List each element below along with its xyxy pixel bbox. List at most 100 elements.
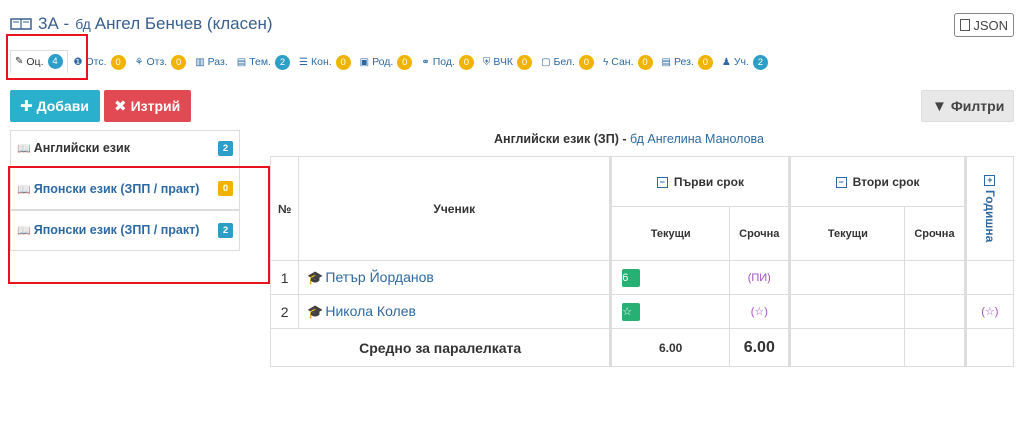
subject-item[interactable]: 📖 Японски език (ЗПП / практ) 0 — [10, 167, 240, 210]
list-icon: ☰ — [299, 56, 308, 68]
award-icon: ⚘ — [134, 56, 144, 68]
tab-label: Уч. — [733, 56, 749, 68]
annual-grade[interactable]: (☆) — [963, 294, 1015, 329]
graduate-icon: 🎓 — [307, 304, 324, 319]
graduate-icon: 🎓 — [307, 270, 324, 285]
collapse-icon[interactable]: − — [656, 176, 668, 188]
plus-icon: ✚ — [20, 98, 33, 115]
term1-current-header: Текущи — [609, 206, 731, 261]
count-badge: 0 — [637, 54, 653, 70]
term2-final-header: Срочна — [904, 206, 966, 261]
star-icon[interactable]: ☆ — [622, 302, 641, 321]
tab-label: Раз. — [207, 56, 228, 68]
average-label: Средно за паралелката — [269, 328, 612, 367]
subject-list: 📖 Английски език 2 📖 Японски език (ЗПП / п… — [10, 130, 240, 251]
teacher-icon: бд — [630, 132, 644, 146]
tab-label: Род. — [372, 56, 394, 68]
final-grade[interactable]: (ПИ) — [729, 260, 791, 295]
class-teacher-name[interactable]: Ангел Бенчев (класен) — [95, 14, 273, 34]
tab-label: Тем. — [249, 56, 272, 68]
tab-shield[interactable]: ⛨ ВЧК 0 — [480, 50, 535, 74]
tab-label: Кон. — [310, 56, 332, 68]
final-grade[interactable]: (☆) — [729, 294, 791, 329]
tab-file[interactable]: ▤ Рез. 0 — [659, 50, 716, 74]
note-icon: ▢ — [541, 56, 551, 68]
tab-handshake[interactable]: ⚭ Под. 0 — [418, 50, 477, 74]
annual-header[interactable]: + Годишна — [963, 156, 1015, 261]
average-row: Средно за паралелката 6.00 6.00 — [269, 328, 1015, 367]
tab-table[interactable]: ▤ Тем. 2 — [234, 50, 293, 74]
col-student: Ученик — [298, 156, 612, 261]
file-icon: ▤ — [661, 56, 671, 68]
tab-bar: ✎ Оц. 4 ❶ Отс. 0 ⚘ Отз. 0 ▥ Раз. ▤ Тем. 2 ☰ Кон. 0 ▣ Род. 0… — [10, 50, 774, 74]
average-final: 6.00 — [729, 328, 791, 367]
table-icon: ▤ — [236, 56, 247, 68]
tab-label: Под. — [432, 56, 455, 68]
grade-badge[interactable]: 6 — [622, 268, 641, 287]
add-button[interactable]: ✚ Добави — [10, 90, 100, 122]
count-badge: 2 — [275, 54, 291, 70]
page-title: 3А - бд Ангел Бенчев (класен) — [10, 14, 273, 34]
filter-button[interactable]: ▼ Филтри — [921, 90, 1014, 122]
collapse-icon[interactable]: − — [835, 176, 847, 188]
tab-label: Оц. — [26, 55, 44, 68]
tab-bolt[interactable]: ϟ Сан. 0 — [600, 50, 656, 74]
tab-pencil[interactable]: ✎ Оц. 4 — [10, 50, 68, 74]
tab-book[interactable]: ▥ Раз. — [192, 50, 231, 74]
subject-item[interactable]: 📖 Английски език 2 — [10, 130, 240, 167]
average-current: 6.00 — [609, 328, 731, 367]
expand-icon[interactable]: + — [984, 174, 996, 186]
tab-label: Сан. — [611, 56, 634, 68]
info-icon: ❶ — [73, 56, 83, 68]
count-badge: 4 — [47, 54, 63, 69]
count-badge: 0 — [517, 54, 533, 70]
subject-item[interactable]: 📖 Японски език (ЗПП / практ) 2 — [10, 210, 240, 251]
classroom-icon — [10, 16, 32, 32]
term1-final-header: Срочна — [729, 206, 791, 261]
student-name[interactable]: 🎓 Никола Колев — [298, 294, 612, 329]
handshake-icon: ⚭ — [421, 56, 430, 68]
tab-list[interactable]: ☰ Кон. 0 — [296, 50, 354, 74]
shield-icon: ⛨ — [482, 56, 491, 68]
table-row: 1 🎓 Петър Йорданов 6 (ПИ) — [269, 260, 1015, 295]
table-title: Английски език (ЗП) - бд Ангелина Маноло… — [494, 132, 764, 146]
filter-icon: ▼ — [932, 97, 947, 115]
count-badge: 0 — [578, 54, 594, 70]
term2-current-header: Текущи — [788, 206, 906, 261]
tab-label: ВЧК — [493, 56, 514, 68]
tab-info[interactable]: ❶ Отс. 0 — [71, 50, 129, 74]
tab-label: Бел. — [553, 56, 575, 68]
subject-count-badge: 0 — [218, 181, 233, 196]
count-badge: 0 — [397, 54, 413, 70]
tab-note[interactable]: ▢ Бел. 0 — [538, 50, 597, 74]
count-badge: 0 — [458, 54, 474, 70]
student-name[interactable]: 🎓 Петър Йорданов — [298, 260, 612, 295]
term2-header[interactable]: − Втори срок — [788, 156, 966, 207]
book-icon: ▥ — [195, 56, 205, 68]
tab-label: Отз. — [146, 56, 168, 68]
json-button[interactable]: JSON — [954, 13, 1014, 37]
calendar-icon: ▣ — [359, 56, 370, 68]
tab-award[interactable]: ⚘ Отз. 0 — [132, 50, 190, 74]
book-icon: 📖 — [17, 184, 31, 196]
subject-teacher-name[interactable]: Ангелина Манолова — [647, 132, 764, 146]
bolt-icon: ϟ — [602, 56, 609, 68]
count-badge: 0 — [335, 54, 351, 70]
delete-button[interactable]: ✖ Изтрий — [104, 90, 191, 122]
class-label: 3А - — [38, 14, 70, 33]
document-icon — [960, 19, 971, 31]
col-number: № — [269, 156, 300, 261]
tab-label: Отс. — [85, 56, 107, 68]
grades-table: № Ученик − Първи срок − Втори срок + Годиш… — [269, 156, 1015, 367]
count-badge: 0 — [110, 54, 126, 70]
tab-user[interactable]: ♟ Уч. 2 — [719, 50, 771, 74]
teacher-icon: бд — [75, 16, 91, 32]
close-icon: ✖ — [114, 98, 127, 115]
user-icon: ♟ — [721, 56, 731, 68]
term1-header[interactable]: − Първи срок — [609, 156, 791, 207]
tab-label: Рез. — [673, 56, 694, 68]
book-icon: 📖 — [17, 225, 31, 237]
count-badge: 2 — [752, 54, 768, 70]
tab-calendar[interactable]: ▣ Род. 0 — [357, 50, 416, 74]
table-row: 2 🎓 Никола Колев ☆ (☆) (☆) — [269, 294, 1015, 329]
